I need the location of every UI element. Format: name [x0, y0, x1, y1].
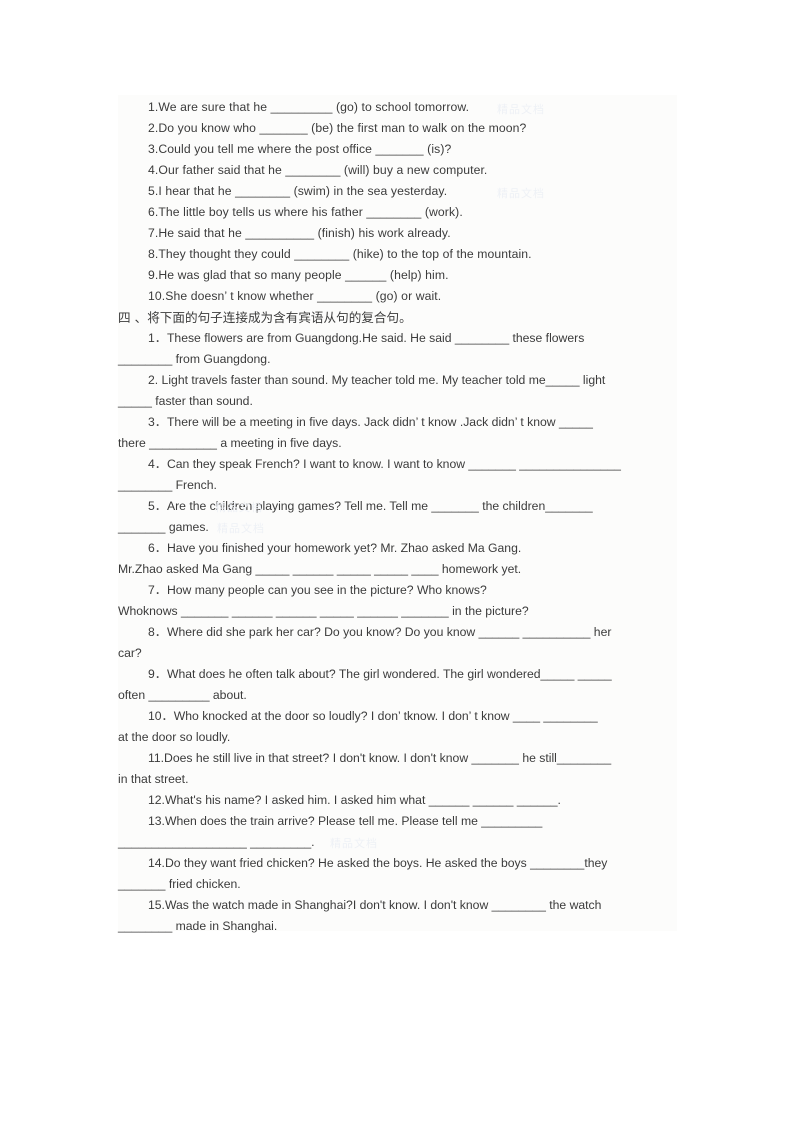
item-main: 12.What's his name? I asked him. I asked… — [148, 793, 561, 807]
list-item: 4.Our father said that he ________ (will… — [148, 163, 488, 177]
item-continuation: ___________________ _________. — [118, 835, 315, 849]
list-item: 2.Do you know who _______ (be) the first… — [148, 121, 527, 135]
item-main: 14.Do they want fried chicken? He asked … — [148, 856, 608, 870]
list-item: 8.They thought they could ________ (hike… — [148, 247, 532, 261]
section-object-clauses: 1．These flowers are from Guangdong.He sa… — [118, 328, 680, 937]
item-main: 11.Does he still live in that street? I … — [148, 751, 612, 765]
item-continuation: ________ French. — [118, 478, 217, 492]
list-item: 9．What does he often talk about? The gir… — [118, 664, 680, 706]
item-main: 1．These flowers are from Guangdong.He sa… — [148, 331, 585, 345]
section-verb-forms: 1.We are sure that he _________ (go) to … — [118, 97, 680, 307]
list-item: 1.We are sure that he _________ (go) to … — [148, 100, 470, 114]
list-item: 10．Who knocked at the door so loudly? I … — [118, 706, 680, 748]
item-continuation: there __________ a meeting in five days. — [118, 436, 342, 450]
list-item: 1．These flowers are from Guangdong.He sa… — [118, 328, 680, 370]
list-item: 7.He said that he __________ (finish) hi… — [148, 226, 451, 240]
item-continuation: at the door so loudly. — [118, 730, 231, 744]
list-item: 8．Where did she park her car? Do you kno… — [118, 622, 680, 664]
list-item: 7．How many people can you see in the pic… — [118, 580, 680, 622]
item-main: 15.Was the watch made in Shanghai?I don'… — [148, 898, 602, 912]
list-item: 3．There will be a meeting in five days. … — [118, 412, 680, 454]
item-continuation: ________ made in Shanghai. — [118, 919, 278, 933]
list-item: 5．Are the children playing games? Tell m… — [118, 496, 680, 538]
list-item: 15.Was the watch made in Shanghai?I don'… — [118, 895, 680, 937]
item-continuation: Whoknows _______ ______ ______ _____ ___… — [118, 604, 529, 618]
item-main: 3．There will be a meeting in five days. … — [148, 415, 593, 429]
item-continuation: car? — [118, 646, 142, 660]
list-item: 14.Do they want fried chicken? He asked … — [118, 853, 680, 895]
item-main: 13.When does the train arrive? Please te… — [148, 814, 543, 828]
item-main: 5．Are the children playing games? Tell m… — [148, 499, 593, 513]
list-item: 9.He was glad that so many people ______… — [148, 268, 449, 282]
item-main: 8．Where did she park her car? Do you kno… — [148, 625, 612, 639]
list-item: 4．Can they speak French? I want to know.… — [118, 454, 680, 496]
item-continuation: _______ fried chicken. — [118, 877, 241, 891]
item-main: 4．Can they speak French? I want to know.… — [148, 457, 621, 471]
list-item: 2. Light travels faster than sound. My t… — [118, 370, 680, 412]
item-continuation: _______ games. — [118, 520, 209, 534]
list-item: 6.The little boy tells us where his fath… — [148, 205, 463, 219]
item-continuation: often _________ about. — [118, 688, 247, 702]
document-body: 1.We are sure that he _________ (go) to … — [118, 97, 680, 937]
item-main: 2. Light travels faster than sound. My t… — [148, 373, 606, 387]
item-continuation: ________ from Guangdong. — [118, 352, 271, 366]
list-item: 10.She doesn’ t know whether ________ (g… — [148, 289, 442, 303]
item-main: 9．What does he often talk about? The gir… — [148, 667, 612, 681]
item-main: 7．How many people can you see in the pic… — [148, 583, 487, 597]
list-item: 13.When does the train arrive? Please te… — [118, 811, 680, 853]
item-continuation: Mr.Zhao asked Ma Gang _____ ______ _____… — [118, 562, 522, 576]
list-item: 6．Have you finished your homework yet? M… — [118, 538, 680, 580]
item-continuation: in that street. — [118, 772, 189, 786]
list-item: 3.Could you tell me where the post offic… — [148, 142, 452, 156]
item-continuation: _____ faster than sound. — [118, 394, 253, 408]
list-item: 5.I hear that he ________ (swim) in the … — [148, 184, 448, 198]
document-page: 1.We are sure that he _________ (go) to … — [0, 0, 794, 1123]
item-main: 6．Have you finished your homework yet? M… — [148, 541, 522, 555]
item-main: 10．Who knocked at the door so loudly? I … — [148, 709, 598, 723]
section-heading-chinese: 四 、将下面的句子连接成为含有宾语从句的复合句。 — [118, 310, 412, 325]
list-item: 11.Does he still live in that street? I … — [118, 748, 680, 790]
list-item: 12.What's his name? I asked him. I asked… — [118, 790, 680, 811]
